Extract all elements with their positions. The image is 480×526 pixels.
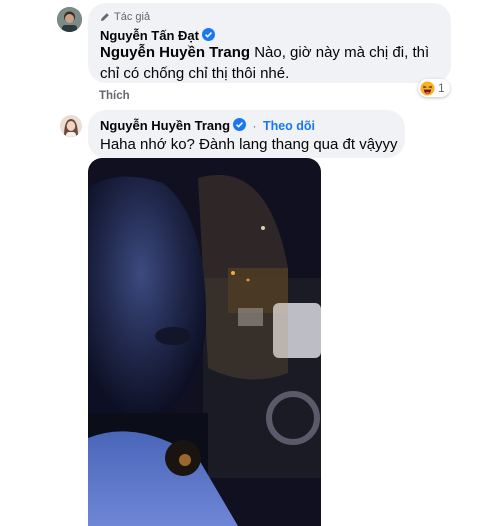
comment1-text: Nguyễn Huyền Trang Nào, giờ này mà chị đ… bbox=[100, 42, 445, 84]
comment-bubble-2: Nguyễn Huyền Trang · Theo dõi Haha nhớ k… bbox=[88, 110, 405, 158]
video-frame-image bbox=[88, 158, 321, 526]
author-badge-label: Tác giả bbox=[114, 11, 151, 23]
avatar-image bbox=[57, 7, 82, 32]
like-link[interactable]: Thích bbox=[99, 90, 130, 102]
video-attachment[interactable] bbox=[88, 158, 321, 526]
haha-emoji-icon bbox=[420, 80, 435, 96]
comment1-text-line2: chỉ có chống chỉ thị thôi nhé. bbox=[100, 65, 290, 82]
verified-badge-icon bbox=[201, 28, 215, 41]
comment2-text: Haha nhớ ko? Đành lang thang qua đt vậyy… bbox=[100, 136, 398, 153]
reaction-count: 1 bbox=[438, 81, 445, 95]
follow-button[interactable]: Theo dõi bbox=[263, 119, 315, 133]
comment-bubble-1: Tác giả Nguyễn Tấn Đạt Nguyễn Huyền Tran… bbox=[88, 3, 451, 83]
separator-dot: · bbox=[252, 119, 257, 133]
comment1-text-line1: Nào, giờ này mà chị đi, thì bbox=[250, 44, 430, 61]
comment2-author-name[interactable]: Nguyễn Huyền Trang bbox=[100, 118, 230, 133]
verified-badge-icon bbox=[233, 118, 247, 131]
comment1-mention[interactable]: Nguyễn Huyền Trang bbox=[100, 44, 250, 61]
avatar-nguyen-huyen-trang[interactable] bbox=[60, 115, 82, 137]
avatar-nguyen-tan-dat[interactable] bbox=[57, 7, 82, 32]
author-badge-row: Tác giả bbox=[100, 11, 150, 23]
avatar-image bbox=[60, 115, 82, 137]
comment1-author-name[interactable]: Nguyễn Tấn Đạt bbox=[100, 28, 199, 43]
pencil-icon bbox=[101, 13, 109, 21]
reaction-summary[interactable]: 1 bbox=[418, 79, 450, 97]
comment2-header: Nguyễn Huyền Trang · Theo dõi bbox=[100, 117, 315, 135]
